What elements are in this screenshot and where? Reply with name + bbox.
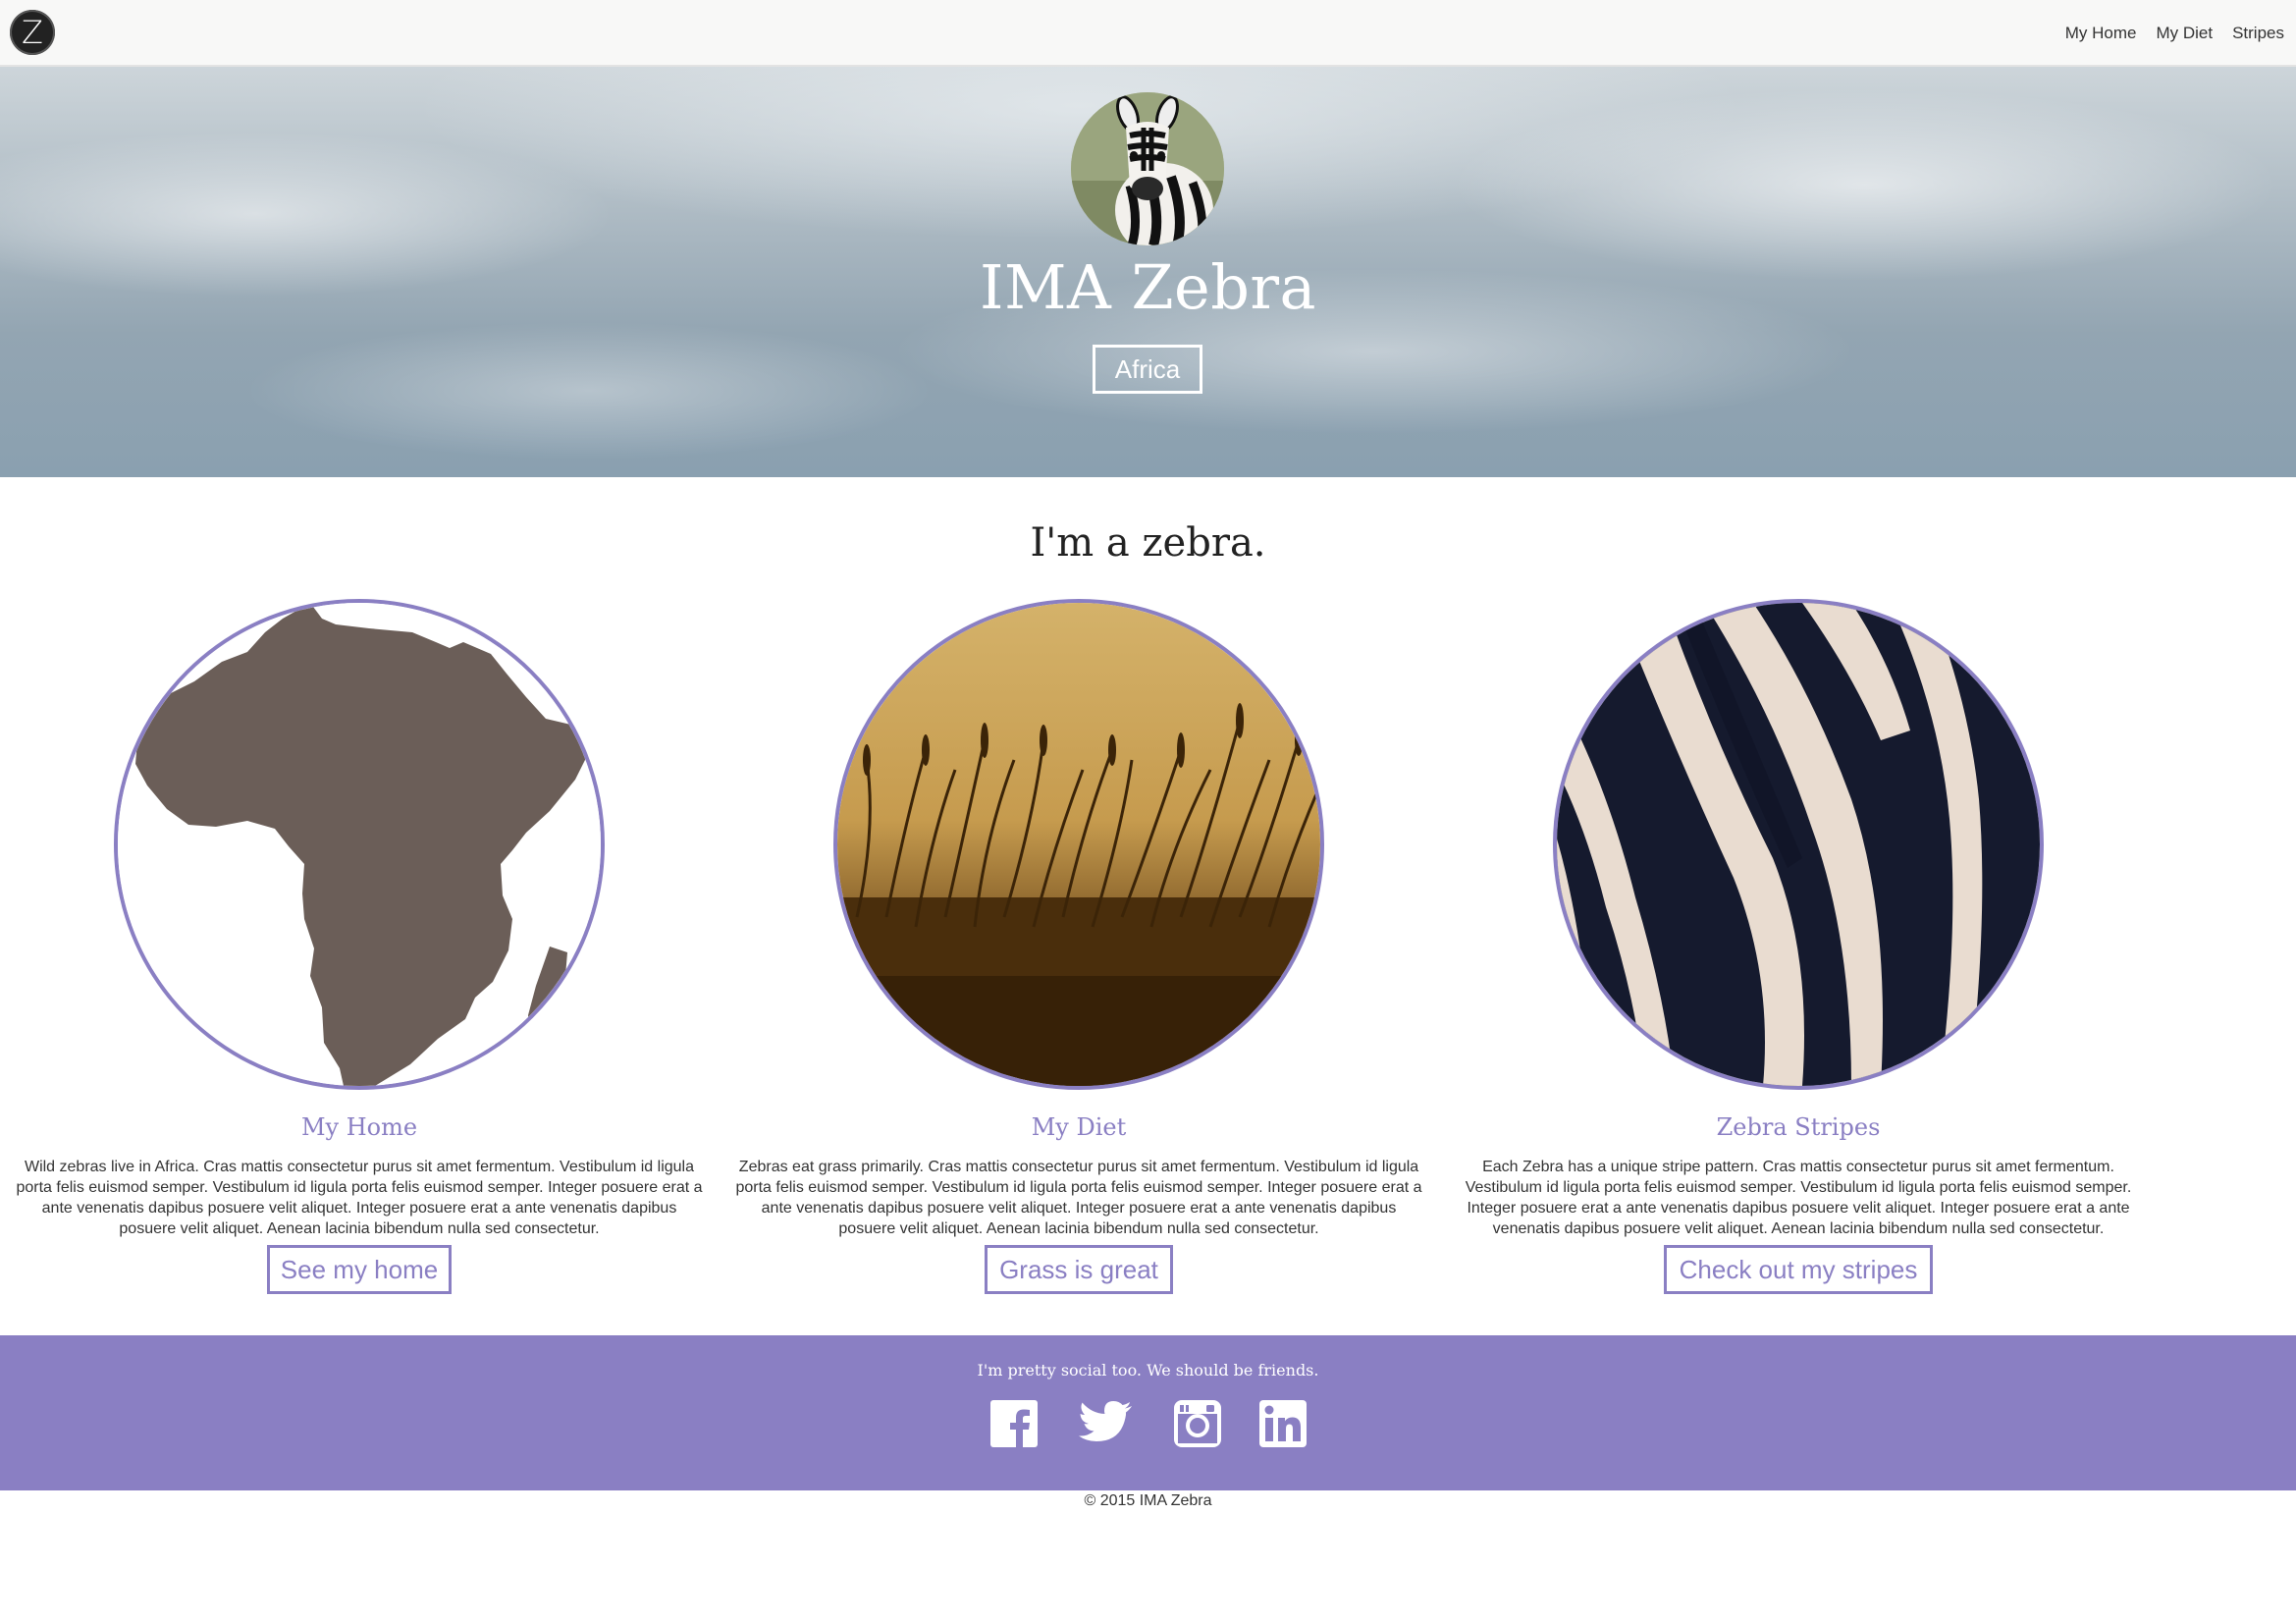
facebook-icon[interactable]	[990, 1400, 1038, 1447]
intro-heading: I'm a zebra.	[1030, 520, 1266, 566]
nav-link-stripes[interactable]: Stripes	[2232, 24, 2284, 43]
instagram-icon[interactable]	[1174, 1400, 1221, 1447]
footer-tagline: I'm pretty social too. We should be frie…	[977, 1361, 1319, 1380]
zebra-stripes-icon[interactable]	[1553, 599, 2044, 1090]
brand-logo[interactable]: Z	[10, 10, 55, 55]
location-tag-button[interactable]: Africa	[1093, 345, 1202, 394]
hero-title: IMA Zebra	[979, 251, 1317, 323]
feature-title: Zebra Stripes	[1716, 1113, 1881, 1141]
grass-is-great-button[interactable]: Grass is great	[985, 1245, 1173, 1294]
linkedin-icon[interactable]	[1259, 1400, 1307, 1447]
nav-links: My Home My Diet Stripes	[2065, 0, 2284, 67]
twitter-icon[interactable]	[1078, 1400, 1133, 1447]
zebra-avatar-icon	[1071, 92, 1224, 245]
feature-description: Zebras eat grass primarily. Cras mattis …	[735, 1159, 1422, 1237]
nav-link-my-diet[interactable]: My Diet	[2156, 24, 2213, 43]
navbar: Z My Home My Diet Stripes	[0, 0, 2296, 67]
see-my-home-button[interactable]: See my home	[267, 1245, 452, 1294]
hero-banner: IMA Zebra Africa	[0, 67, 2296, 477]
feature-title: My Home	[300, 1113, 418, 1141]
feature-description: Each Zebra has a unique stripe pattern. …	[1465, 1159, 2132, 1237]
copyright: © 2015 IMA Zebra	[1084, 1492, 1212, 1509]
check-out-my-stripes-button[interactable]: Check out my stripes	[1664, 1245, 1933, 1294]
africa-map-icon[interactable]	[114, 599, 605, 1090]
feature-description: Wild zebras live in Africa. Cras mattis …	[16, 1159, 703, 1237]
savanna-grass-icon[interactable]	[833, 599, 1324, 1090]
feature-title: My Diet	[1031, 1113, 1127, 1141]
nav-link-my-home[interactable]: My Home	[2065, 24, 2137, 43]
footer: I'm pretty social too. We should be frie…	[0, 1335, 2296, 1490]
